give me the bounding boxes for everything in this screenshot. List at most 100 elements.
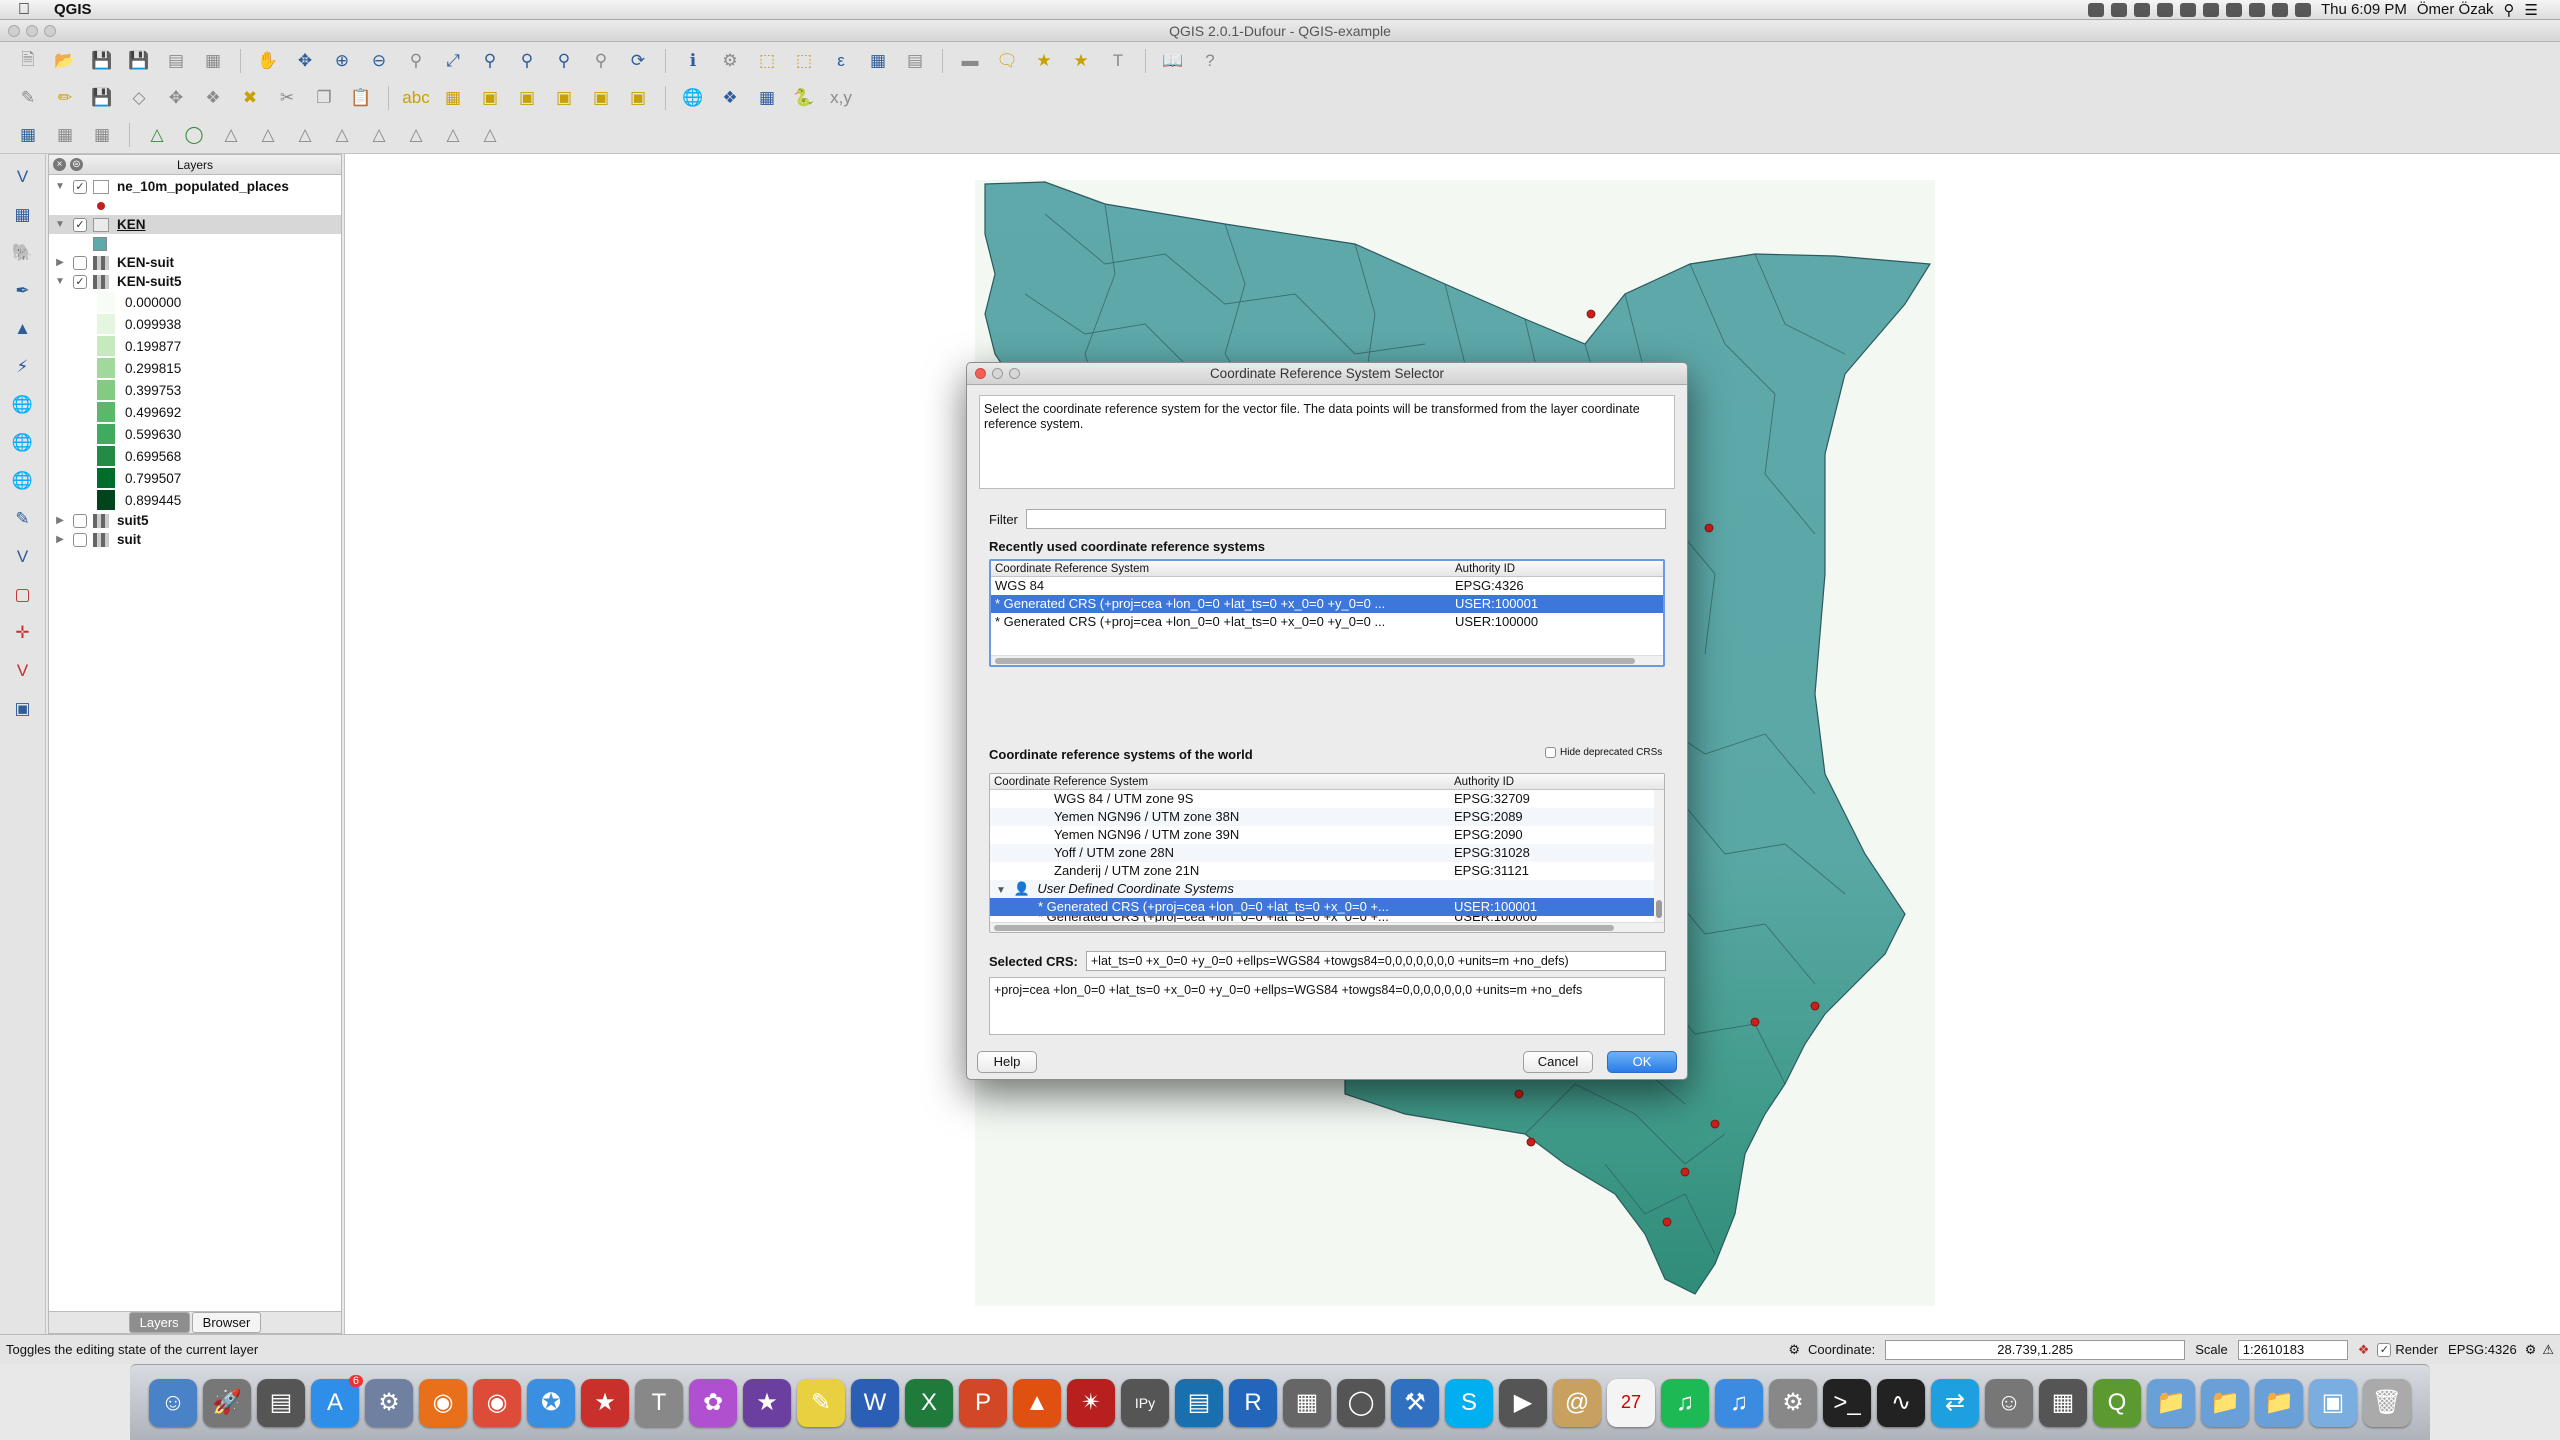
python-console-icon[interactable]: 🐍 <box>790 85 818 111</box>
system-prefs-icon[interactable]: ⚙ <box>1769 1378 1817 1427</box>
zoom-to-selection-icon[interactable]: ⚲ <box>476 48 504 74</box>
world-crs-tree[interactable]: Coordinate Reference System Authority ID… <box>989 773 1665 933</box>
tree-row[interactable]: Yemen NGN96 / UTM zone 38N EPSG:2089 <box>990 808 1664 826</box>
expand-arrow-icon[interactable]: ▶ <box>53 257 67 268</box>
layer-item-ken-suit5[interactable]: ▼ ✓ KEN-suit5 <box>49 272 341 291</box>
chrome-icon[interactable]: ◉ <box>473 1378 521 1427</box>
tree-row-selected[interactable]: * Generated CRS (+proj=cea +lon_0=0 +lat… <box>990 898 1664 916</box>
notification-icon[interactable]: ☰ <box>2525 1 2538 19</box>
messages-icon[interactable]: ⚠ <box>2542 1342 2554 1358</box>
grid-app-icon[interactable]: ▦ <box>1283 1378 1331 1427</box>
matlab-icon[interactable]: ▲ <box>1013 1378 1061 1427</box>
remove-layer-side-icon[interactable]: ▢ <box>8 582 38 608</box>
ok-button[interactable]: OK <box>1607 1051 1677 1073</box>
calendar-icon[interactable]: 27 <box>1607 1378 1655 1427</box>
collapse-arrow-icon[interactable]: ▼ <box>53 276 67 287</box>
attribute-table-icon[interactable]: ▦ <box>864 48 892 74</box>
field-calculator-icon[interactable]: ε <box>827 48 855 74</box>
layer-visibility-checkbox[interactable] <box>73 513 87 528</box>
layer-grid-icon[interactable]: ▦ <box>753 85 781 111</box>
copy-features-icon[interactable]: ❐ <box>310 85 338 111</box>
tree-row[interactable]: WGS 84 / UTM zone 9S EPSG:32709 <box>990 790 1664 808</box>
add-feature-icon[interactable]: ◇ <box>125 85 153 111</box>
stata-icon[interactable]: ▤ <box>1175 1378 1223 1427</box>
render-toggle[interactable]: ✓ Render <box>2377 1342 2438 1357</box>
tex-icon[interactable]: T <box>635 1378 683 1427</box>
cut-features-icon[interactable]: ✂ <box>273 85 301 111</box>
collapse-arrow-icon[interactable]: ▼ <box>53 219 67 230</box>
help-button[interactable]: Help <box>977 1051 1037 1073</box>
trash-icon[interactable]: 🗑 <box>2363 1378 2411 1427</box>
paste-features-icon[interactable]: 📋 <box>347 85 375 111</box>
activity-monitor-icon[interactable]: ∿ <box>1877 1378 1925 1427</box>
volume-icon[interactable] <box>2294 2 2311 17</box>
close-window-button[interactable] <box>8 25 20 37</box>
add-raster-layer-icon[interactable]: ▦ <box>8 202 38 228</box>
zoom-full-icon[interactable]: ⤢ <box>439 48 467 74</box>
pin-labels-icon[interactable]: ▣ <box>476 85 504 111</box>
r-icon[interactable]: R <box>1229 1378 1277 1427</box>
dialog-close-button[interactable] <box>975 368 986 379</box>
label-icon[interactable]: abc <box>402 85 430 111</box>
layer-item-ken-suit[interactable]: ▶ KEN-suit <box>49 253 341 272</box>
dialog-zoom-button[interactable] <box>1009 368 1020 379</box>
offset-curve-icon[interactable]: △ <box>402 122 430 148</box>
add-postgis-layer-icon[interactable]: 🐘 <box>8 240 38 266</box>
add-map-icon[interactable]: ▣ <box>8 696 38 722</box>
xcode-icon[interactable]: ⚒ <box>1391 1378 1439 1427</box>
ipython-icon[interactable]: IPy <box>1121 1378 1169 1427</box>
add-wfs-layer-icon[interactable]: 🌐 <box>8 468 38 494</box>
table-row[interactable]: WGS 84 EPSG:4326 <box>991 577 1663 595</box>
tree-row[interactable]: Zanderij / UTM zone 21N EPSG:31121 <box>990 862 1664 880</box>
new-project-icon[interactable]: 🗎 <box>14 48 42 74</box>
text-annotation-icon[interactable]: T <box>1104 48 1132 74</box>
measure-line-icon[interactable]: ▬ <box>956 48 984 74</box>
tree-group-user-defined[interactable]: ▼ 👤 User Defined Coordinate Systems <box>990 880 1664 898</box>
coordinate-toggle-icon[interactable]: ⚙ <box>1788 1342 1800 1358</box>
apple-menu-icon[interactable]:  <box>18 1 40 19</box>
downloads-folder-icon[interactable]: 📁 <box>2255 1378 2303 1427</box>
wifi-icon[interactable] <box>2271 2 2288 17</box>
column-header-crs[interactable]: Coordinate Reference System <box>991 561 1451 576</box>
cancel-button[interactable]: Cancel <box>1523 1051 1593 1073</box>
safari-icon[interactable]: ✪ <box>527 1378 575 1427</box>
zoom-native-icon[interactable]: ⚲ <box>402 48 430 74</box>
teamviewer-icon[interactable]: ⇄ <box>1931 1378 1979 1427</box>
help-contents-icon[interactable]: 📖 <box>1159 48 1187 74</box>
itunes-icon[interactable]: ♫ <box>1715 1378 1763 1427</box>
add-delimited-text-icon[interactable]: ✎ <box>8 506 38 532</box>
identify-icon[interactable]: ℹ <box>679 48 707 74</box>
layer-item-populated-places[interactable]: ▼ ✓ ne_10m_populated_places <box>49 177 341 196</box>
add-vector-layer-icon[interactable]: ▦ <box>14 122 42 148</box>
firefox-icon[interactable]: ◉ <box>419 1378 467 1427</box>
spotlight-icon[interactable]: ⚲ <box>2504 1 2515 19</box>
finder-icon[interactable]: ☺ <box>149 1378 197 1427</box>
split-parts-icon[interactable]: △ <box>476 122 504 148</box>
zoom-in-icon[interactable]: ⊕ <box>328 48 356 74</box>
layer-visibility-checkbox[interactable]: ✓ <box>73 179 87 194</box>
zoom-window-button[interactable] <box>44 25 56 37</box>
eclipse-icon[interactable]: ◯ <box>1337 1378 1385 1427</box>
contacts-icon[interactable]: @ <box>1553 1378 1601 1427</box>
layer-visibility-checkbox[interactable] <box>73 255 87 270</box>
hide-deprecated-checkbox[interactable] <box>1545 747 1556 758</box>
delete-selected-icon[interactable]: ✖ <box>236 85 264 111</box>
refresh-icon[interactable]: ⟳ <box>624 48 652 74</box>
save-as-icon[interactable]: 💾 <box>125 48 153 74</box>
current-edits-icon[interactable]: ✎ <box>14 85 42 111</box>
zoom-last-icon[interactable]: ⚲ <box>550 48 578 74</box>
open-project-icon[interactable]: 📂 <box>51 48 79 74</box>
expand-arrow-icon[interactable]: ▶ <box>53 534 67 545</box>
georeferencer-icon[interactable]: ❖ <box>716 85 744 111</box>
add-mssql-layer-icon[interactable]: ▲ <box>8 316 38 342</box>
tray-icon[interactable] <box>2225 2 2242 17</box>
tray-icon[interactable] <box>2110 2 2127 17</box>
filter-input[interactable] <box>1025 509 1666 529</box>
layer-item-ken[interactable]: ▼ ✓ KEN <box>49 215 341 234</box>
layer-item-suit5[interactable]: ▶ suit5 <box>49 511 341 530</box>
cited-icon[interactable]: ✎ <box>797 1378 845 1427</box>
expand-arrow-icon[interactable]: ▶ <box>53 515 67 526</box>
acrobat-icon[interactable]: ★ <box>581 1378 629 1427</box>
finder-window-icon[interactable]: ▣ <box>2309 1378 2357 1427</box>
delete-part-icon[interactable]: △ <box>328 122 356 148</box>
